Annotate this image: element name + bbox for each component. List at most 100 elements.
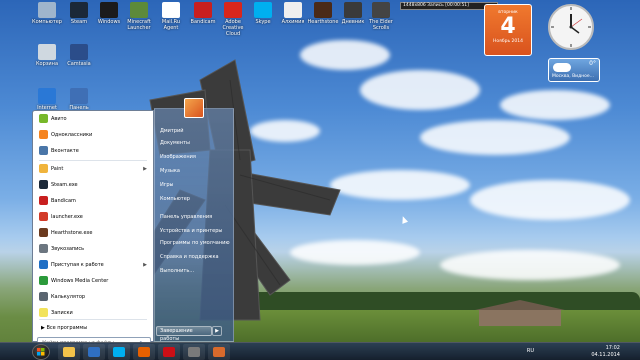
program-label: Приступая к работе	[51, 262, 104, 268]
start-menu-link[interactable]: Справка и поддержка	[160, 252, 232, 263]
calendar-day-number: 4	[500, 14, 516, 39]
desktop-icon[interactable]: Корзина	[30, 44, 64, 67]
desktop-icon[interactable]: Steam	[62, 2, 96, 25]
recent-program-item[interactable]: Звукозапись	[37, 243, 151, 255]
start-button[interactable]	[32, 344, 50, 360]
app-icon	[314, 2, 332, 18]
program-label: Hearthstone.exe	[51, 230, 93, 236]
taskbar: RU 17:02 04.11.2014	[0, 342, 640, 360]
taskbar-audio-button[interactable]	[208, 344, 230, 360]
start-menu-link[interactable]: Музыка	[160, 166, 232, 177]
shutdown-button[interactable]: Завершение работы	[156, 326, 212, 342]
recent-program-item[interactable]: Приступая к работе ▶	[37, 259, 151, 271]
desktop-icon-label: Skype	[255, 19, 271, 25]
program-icon	[39, 212, 48, 221]
taskbar-time[interactable]: 17:02	[606, 345, 620, 351]
program-icon	[39, 164, 48, 173]
desktop-icon-label: Minecraft Launcher	[127, 19, 151, 31]
program-icon	[39, 180, 48, 189]
app-icon	[38, 2, 56, 18]
weather-city: Москва, Видное...	[552, 74, 594, 79]
app-icon	[224, 2, 242, 18]
explorer-icon	[63, 347, 75, 357]
recent-program-item[interactable]: Записки	[37, 307, 151, 319]
calendar-month-year: Ноябрь 2014	[492, 39, 523, 44]
taskbar-opera-button[interactable]	[158, 344, 180, 360]
taskbar-skype-button[interactable]	[108, 344, 130, 360]
desktop-icon-label: The Elder Scrolls	[369, 19, 393, 31]
start-menu-link[interactable]: Панель управления	[160, 212, 232, 223]
desktop-icon[interactable]: Skype	[246, 2, 280, 25]
start-menu: Авито Одноклассники Вконтакте Paint ▶ Steam.e…	[32, 98, 234, 349]
recent-program-item[interactable]: Bandicam	[37, 195, 151, 207]
program-icon	[39, 130, 48, 139]
calendar-gadget[interactable]: вторник 4 Ноябрь 2014	[484, 4, 532, 56]
all-programs-button[interactable]: ▶ Все программы	[41, 325, 87, 331]
start-menu-link[interactable]: Компьютер	[160, 194, 232, 205]
start-menu-link[interactable]: Выполнить...	[160, 266, 232, 277]
start-menu-link[interactable]: Устройства и принтеры	[160, 226, 232, 237]
desktop-icon[interactable]: Компьютер	[30, 2, 64, 25]
windows-logo-icon	[37, 348, 45, 356]
weather-temperature: 0°	[589, 60, 596, 67]
desktop-icon-label: Алхимия	[281, 19, 305, 25]
barn-image	[475, 300, 565, 326]
start-menu-link[interactable]: Игры	[160, 180, 232, 191]
pinned-program-item[interactable]: Вконтакте	[37, 145, 151, 157]
app-icon	[194, 2, 212, 18]
desktop-icon[interactable]: Bandicam	[186, 2, 220, 25]
program-label: launcher.exe	[51, 214, 83, 220]
recent-program-item[interactable]: Steam.exe	[37, 179, 151, 191]
start-menu-programs-pane: Авито Одноклассники Вконтакте Paint ▶ Steam.e…	[32, 110, 154, 349]
recent-program-item[interactable]: Paint ▶	[37, 163, 151, 175]
app-icon	[130, 2, 148, 18]
submenu-arrow-icon[interactable]: ▶	[143, 163, 147, 175]
program-label: Записки	[51, 310, 73, 316]
recent-program-item[interactable]: launcher.exe	[37, 211, 151, 223]
recent-program-item[interactable]: Hearthstone.exe	[37, 227, 151, 239]
firefox-icon	[138, 347, 150, 357]
recent-program-item[interactable]: Windows Media Center	[37, 275, 151, 287]
desktop-icon[interactable]: Camtasia	[62, 44, 96, 67]
desktop-icon-label: Mail.Ru Agent	[161, 19, 181, 31]
language-indicator[interactable]: RU	[527, 348, 534, 354]
taskbar-date[interactable]: 04.11.2014	[591, 352, 620, 358]
start-menu-link[interactable]: Программы по умолчанию	[160, 238, 232, 249]
app-icon	[70, 2, 88, 18]
program-icon	[39, 308, 48, 317]
program-icon	[39, 260, 48, 269]
submenu-arrow-icon[interactable]: ▶	[143, 259, 147, 271]
taskbar-media-player-button[interactable]	[83, 344, 105, 360]
program-label: Звукозапись	[51, 246, 85, 252]
start-menu-link[interactable]: Изображения	[160, 152, 232, 163]
taskbar-gadget-button[interactable]	[183, 344, 205, 360]
desktop-icon[interactable]: Mail.Ru Agent	[154, 2, 188, 31]
program-label: Bandicam	[51, 198, 76, 204]
desktop-icon[interactable]: Windows	[92, 2, 126, 25]
desktop-icon-label: Компьютер	[32, 19, 62, 25]
desktop-icon[interactable]: Minecraft Launcher	[122, 2, 156, 31]
taskbar-firefox-button[interactable]	[133, 344, 155, 360]
pinned-program-item[interactable]: Одноклассники	[37, 129, 151, 141]
analog-clock-gadget[interactable]	[546, 2, 596, 52]
desktop-icon-label: Bandicam	[190, 19, 216, 25]
start-menu-link[interactable]: Дмитрий	[160, 126, 232, 137]
program-icon	[39, 146, 48, 155]
weather-gadget[interactable]: 0° Москва, Видное...	[548, 58, 600, 82]
desktop-icon[interactable]: Hearthstone	[306, 2, 340, 25]
desktop-icon-label: Windows	[97, 19, 121, 25]
user-avatar[interactable]	[184, 98, 204, 118]
desktop-icon[interactable]: Алхимия	[276, 2, 310, 25]
app-icon	[100, 2, 118, 18]
pinned-program-item[interactable]: Авито	[37, 113, 151, 125]
desktop-icon[interactable]: The Elder Scrolls	[364, 2, 398, 31]
recent-program-item[interactable]: Калькулятор	[37, 291, 151, 303]
start-menu-link[interactable]: Документы	[160, 138, 232, 149]
program-label: Paint	[51, 166, 64, 172]
taskbar-explorer-button[interactable]	[58, 344, 80, 360]
cloud-icon	[553, 63, 571, 72]
desktop-icon[interactable]: Adobe Creative Cloud	[216, 2, 250, 37]
shutdown-options-button[interactable]: ▶	[212, 326, 222, 336]
menu-separator	[39, 160, 147, 161]
program-icon	[39, 276, 48, 285]
